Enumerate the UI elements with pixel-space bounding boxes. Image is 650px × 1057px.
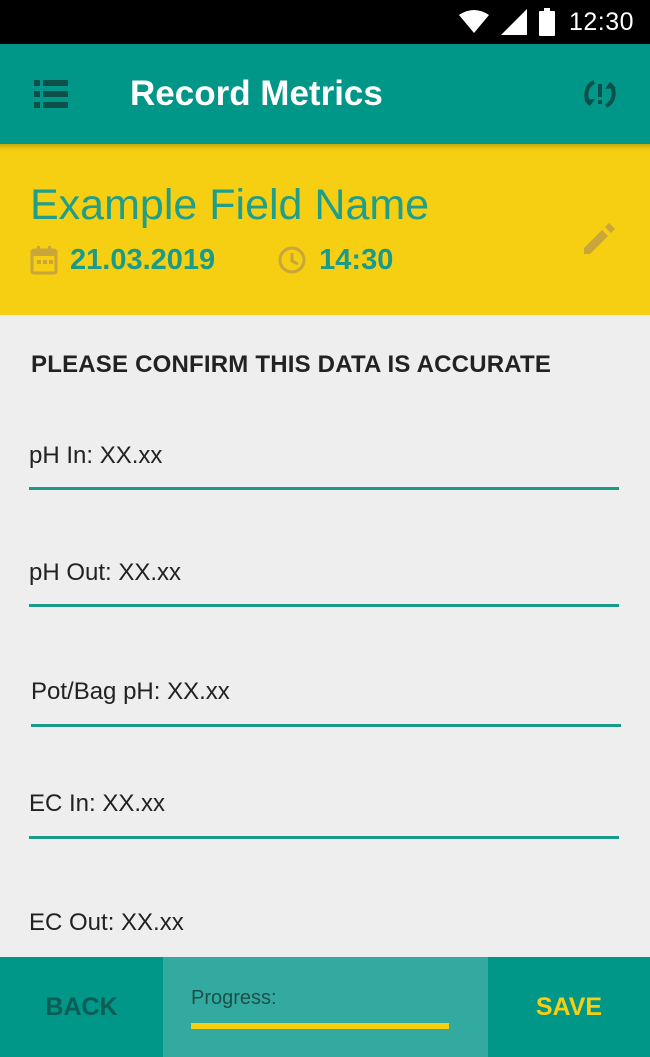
progress-fill xyxy=(191,1023,449,1029)
ph-out-field[interactable]: pH Out: XX.xx xyxy=(29,558,619,608)
time-display: 14:30 xyxy=(277,244,393,277)
field-value: pH In: XX.xx xyxy=(29,442,163,469)
back-button[interactable]: BACK xyxy=(0,957,163,1057)
field-name: Example Field Name xyxy=(30,181,430,229)
edit-button[interactable] xyxy=(580,220,618,258)
pot-bag-ph-field[interactable]: Pot/Bag pH: XX.xx xyxy=(31,677,621,727)
clock-icon xyxy=(278,246,306,274)
date-value: 21.03.2019 xyxy=(70,243,216,276)
field-header-card: Example Field Name 21.03.2019 14:30 xyxy=(0,144,650,315)
list-icon xyxy=(34,80,68,108)
status-bar: 12:30 xyxy=(0,0,650,44)
field-underline xyxy=(29,487,619,490)
battery-icon xyxy=(538,8,555,36)
field-value: pH Out: XX.xx xyxy=(29,559,182,586)
wifi-icon xyxy=(458,10,489,33)
ec-out-field[interactable]: EC Out: XX.xx xyxy=(29,908,619,958)
app-bar: Record Metrics xyxy=(0,44,650,144)
page-title: Record Metrics xyxy=(130,74,383,113)
field-underline xyxy=(31,724,621,727)
sync-button[interactable] xyxy=(580,74,620,114)
save-button[interactable]: SAVE xyxy=(488,957,650,1057)
status-icons: 12:30 xyxy=(447,6,634,38)
bottom-bar: BACK Progress: SAVE xyxy=(0,957,650,1057)
status-time: 12:30 xyxy=(568,7,634,36)
confirm-heading: PLEASE CONFIRM THIS DATA IS ACCURATE xyxy=(31,351,552,378)
date-time-row: 21.03.2019 14:30 xyxy=(30,242,393,278)
progress-area: Progress: xyxy=(163,957,488,1057)
signal-icon xyxy=(500,9,527,35)
field-underline xyxy=(29,604,619,607)
field-underline xyxy=(29,836,619,839)
pencil-icon xyxy=(584,223,615,254)
progress-track xyxy=(191,1023,449,1029)
calendar-icon xyxy=(30,246,58,275)
date-display: 21.03.2019 xyxy=(30,244,215,277)
time-value: 14:30 xyxy=(319,243,394,276)
menu-button[interactable] xyxy=(34,80,68,108)
sync-problem-icon xyxy=(584,80,616,108)
ph-in-field[interactable]: pH In: XX.xx xyxy=(29,441,619,491)
field-value: EC Out: XX.xx xyxy=(29,909,184,936)
field-value: EC In: XX.xx xyxy=(29,790,166,817)
ec-in-field[interactable]: EC In: XX.xx xyxy=(29,789,619,839)
progress-label: Progress: xyxy=(191,987,277,1009)
field-value: Pot/Bag pH: XX.xx xyxy=(31,678,230,705)
